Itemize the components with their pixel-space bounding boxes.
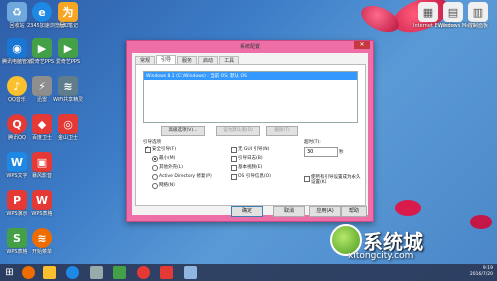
- dialog-title: 系统配置: [239, 44, 260, 50]
- media-icon: ▤: [443, 2, 463, 22]
- base-video-label: 基本视频(E): [238, 165, 263, 170]
- close-button[interactable]: ✕: [354, 41, 370, 49]
- help-button[interactable]: 帮助: [341, 206, 367, 217]
- os-list[interactable]: Windows 8.1 (C:\Windows) : 当前 OS; 默认 OS: [143, 71, 358, 123]
- permanent-label: 使所有引导设置成为永久设置(K): [311, 175, 361, 185]
- desktop-icon-notes[interactable]: 为 为知笔记: [53, 2, 83, 29]
- base-video-checkbox[interactable]: [231, 165, 237, 171]
- boot-panel: Windows 8.1 (C:\Windows) : 当前 OS; 默认 OS …: [135, 64, 366, 206]
- ad-repair-label: Active Directory 修复(P): [159, 174, 212, 179]
- start-button[interactable]: ⊞: [3, 266, 16, 279]
- wps-sheet-icon: W: [32, 190, 52, 210]
- shield-icon: ◎: [58, 114, 78, 134]
- explorer-taskbar-icon[interactable]: [90, 266, 103, 279]
- wifi-icon: ≋: [58, 76, 78, 96]
- desktop-icon-control-panel[interactable]: ▥ 控制面板: [463, 2, 493, 29]
- os-list-item[interactable]: Windows 8.1 (C:\Windows) : 当前 OS; 默认 OS: [144, 72, 357, 80]
- wallpaper-flower: [395, 200, 421, 216]
- watermark-logo: 系统城 xitongcity.com: [330, 224, 470, 264]
- safe-boot-checkbox[interactable]: [145, 145, 151, 153]
- ad-repair-radio[interactable]: [152, 174, 158, 180]
- wallpaper-flower: [470, 215, 492, 229]
- wps-slide-icon: P: [7, 190, 27, 210]
- no-gui-label: 无 GUI 引导(N): [238, 147, 270, 152]
- iqiyi-taskbar-icon[interactable]: [113, 266, 126, 279]
- cancel-button[interactable]: 取消: [273, 206, 305, 217]
- minimal-label: 最小(M): [159, 156, 176, 161]
- doc-icon: ▥: [468, 2, 488, 22]
- desktop-icon-player[interactable]: ▣ 暴风影音: [27, 152, 57, 179]
- boot-log-checkbox[interactable]: [231, 156, 237, 162]
- qq-icon: Q: [7, 114, 27, 134]
- recycle-bin-icon: ♻: [7, 2, 27, 22]
- msconfig-taskbar-icon[interactable]: [184, 266, 197, 279]
- folder-taskbar-icon[interactable]: [43, 266, 56, 279]
- taskbar: ⊞ 9:19 2016/7/20: [0, 264, 497, 281]
- tray-date: 2016/7/20: [469, 272, 493, 277]
- wifi-share-icon: ≋: [32, 228, 52, 248]
- browser-taskbar-icon[interactable]: [22, 266, 35, 279]
- alt-shell-radio[interactable]: [152, 165, 158, 171]
- no-gui-checkbox[interactable]: [231, 147, 237, 153]
- network-radio[interactable]: [152, 183, 158, 189]
- desktop-icon-iqiyi-2[interactable]: ▶ 爱奇艺PPS: [53, 38, 83, 65]
- wallpaper-flower: [357, 0, 403, 38]
- alt-shell-label: 其他外壳(L): [159, 165, 184, 170]
- ie-taskbar-icon[interactable]: [66, 266, 79, 279]
- apply-button[interactable]: 应用(A): [309, 206, 341, 217]
- permanent-checkbox[interactable]: [304, 176, 310, 182]
- iqiyi-icon: ▶: [58, 38, 78, 58]
- delete-button[interactable]: 删除(T): [266, 126, 298, 136]
- desktop-icon-wifi[interactable]: ≋ WiFi共享精灵: [53, 76, 83, 103]
- wps-taskbar-icon[interactable]: [160, 266, 173, 279]
- xunlei-icon: ⚡: [32, 76, 52, 96]
- os-boot-info-checkbox[interactable]: [231, 174, 237, 180]
- notes-icon: 为: [58, 2, 78, 22]
- timeout-input[interactable]: 30: [304, 147, 338, 157]
- boot-log-label: 引导日志(B): [238, 156, 263, 161]
- wps-table-icon: S: [7, 228, 27, 248]
- seconds-label: 秒: [339, 150, 344, 155]
- watermark-url: xitongcity.com: [348, 251, 414, 261]
- system-tray-clock[interactable]: 9:19 2016/7/20: [470, 266, 493, 278]
- guard-icon: ◆: [32, 114, 52, 134]
- desktop-icon-wps-sheet[interactable]: W WPS表格: [27, 190, 57, 217]
- wps-text-icon: W: [7, 152, 27, 172]
- dialog-client: 常规 引导 服务 启动 工具 Windows 8.1 (C:\Windows) …: [132, 53, 368, 217]
- player-taskbar-icon[interactable]: [137, 266, 150, 279]
- os-boot-info-label: OS 引导信息(O): [238, 174, 271, 179]
- set-default-button[interactable]: 设为默认值(D): [216, 126, 260, 136]
- desktop-icon-wifi-share[interactable]: ≋ 开始菜单: [27, 228, 57, 255]
- timeout-label: 超时(T):: [304, 140, 321, 145]
- browser-icon: e: [32, 2, 52, 22]
- folder-icon: ▦: [418, 2, 438, 22]
- iqiyi-icon: ▶: [32, 38, 52, 58]
- advanced-options-button[interactable]: 高级选项(V)...: [161, 126, 205, 136]
- minimal-radio[interactable]: [152, 156, 158, 162]
- system-config-dialog: 系统配置 ✕ 常规 引导 服务 启动 工具 Windows 8.1 (C:\Wi…: [126, 40, 374, 222]
- dialog-titlebar[interactable]: 系统配置 ✕: [127, 41, 373, 51]
- desktop-icon-kingsoft[interactable]: ◎ 金山卫士: [53, 114, 83, 141]
- ok-button[interactable]: 确定: [231, 206, 263, 217]
- network-label: 网络(N): [159, 183, 175, 188]
- qq-music-icon: ♪: [7, 76, 27, 96]
- qq-manager-icon: ◉: [7, 38, 27, 58]
- player-icon: ▣: [32, 152, 52, 172]
- safe-boot-label: 安全引导(F): [152, 147, 177, 152]
